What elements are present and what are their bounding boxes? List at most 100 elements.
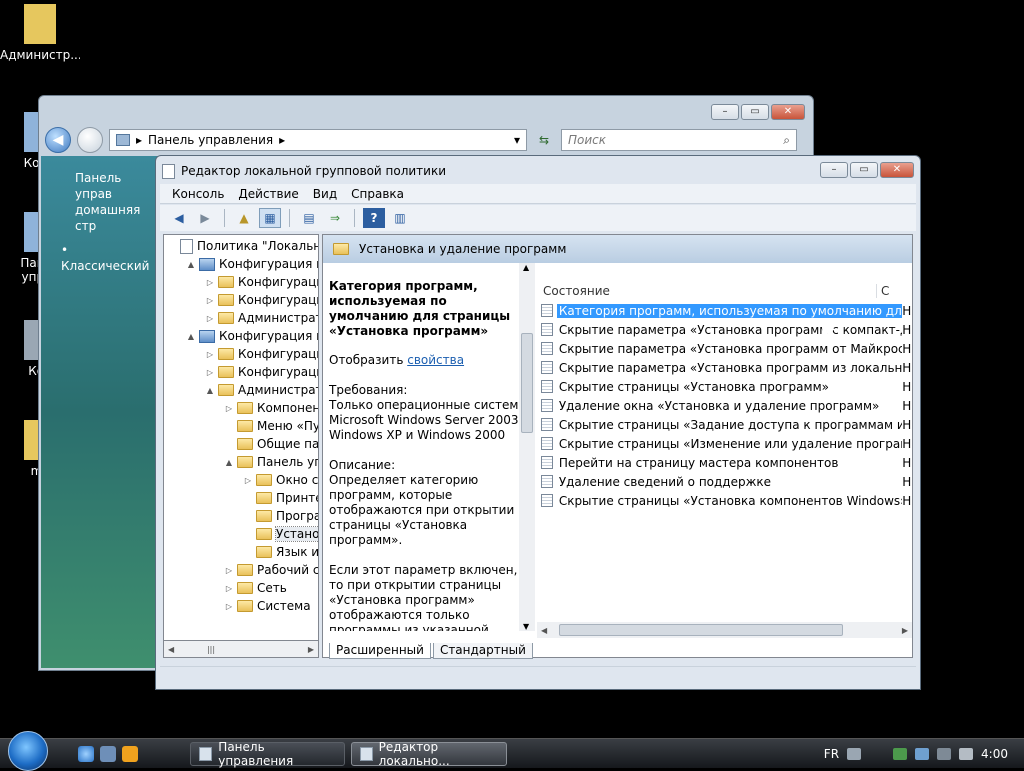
show-hide-tree-icon[interactable]: ▦: [259, 208, 281, 228]
setting-row[interactable]: Скрытие страницы «Установка компонентов …: [539, 491, 912, 510]
tree-node[interactable]: ▲ Конфигурация поль: [187, 327, 318, 345]
setting-row[interactable]: Скрытие параметра «Установка программ с …: [539, 320, 912, 339]
tree-node[interactable]: ▷ Конфигурация W: [206, 291, 318, 309]
tree-node[interactable]: Язык и ре: [244, 543, 318, 561]
group-policy-editor-window[interactable]: Редактор локальной групповой политики – …: [155, 155, 921, 690]
setting-row[interactable]: Категория программ, используемая по умол…: [539, 301, 912, 320]
expand-toggle-icon[interactable]: ▷: [206, 278, 214, 287]
expand-toggle-icon[interactable]: ▷: [225, 566, 233, 575]
scroll-down-icon[interactable]: ▼: [523, 622, 529, 631]
back-button[interactable]: ◀: [45, 127, 71, 153]
expand-toggle-icon[interactable]: ▷: [206, 350, 214, 359]
search-input[interactable]: Поиск ⌕: [561, 129, 797, 151]
console-tree[interactable]: Политика "Локальный▲Конфигурация комп▷Ко…: [163, 234, 319, 658]
tree-horizontal-scrollbar[interactable]: ◀ ||| ▶: [163, 640, 319, 658]
start-button[interactable]: [8, 730, 48, 771]
export-list-icon[interactable]: ⇒: [324, 208, 346, 228]
cp-home-link-line1[interactable]: Панель управ: [75, 170, 151, 202]
setting-row[interactable]: Скрытие страницы «Установка программ» Н: [539, 377, 912, 396]
task-control-panel[interactable]: Панель управления: [190, 740, 345, 768]
tree-node[interactable]: Общие папки: [225, 435, 318, 453]
search-icon[interactable]: ⌕: [783, 133, 790, 148]
tab-standard[interactable]: Стандартный: [432, 643, 533, 659]
expand-toggle-icon[interactable]: ▷: [225, 404, 233, 413]
setting-row[interactable]: Удаление окна «Установка и удаление прог…: [539, 396, 912, 415]
tree-node[interactable]: ▷ Конфигурация п: [206, 273, 318, 291]
tree-node[interactable]: ▷ Окно сво: [244, 471, 318, 489]
tree-node[interactable]: ▷ Административ: [206, 309, 318, 327]
expand-toggle-icon[interactable]: ▷: [244, 476, 252, 485]
properties-icon[interactable]: ▤: [298, 208, 320, 228]
scroll-thumb-grip-icon[interactable]: |||: [207, 645, 215, 654]
setting-row[interactable]: Скрытие страницы «Задание доступа к прог…: [539, 415, 912, 434]
internet-explorer-icon[interactable]: [78, 745, 94, 762]
expand-toggle-icon[interactable]: ▲: [206, 386, 214, 395]
setting-row[interactable]: Удаление сведений о поддержке Н: [539, 472, 912, 491]
menu-item[interactable]: Вид: [313, 187, 337, 201]
expand-toggle-icon[interactable]: ▷: [225, 602, 233, 611]
close-button[interactable]: ✕: [880, 162, 914, 178]
tree-node[interactable]: ▲ Конфигурация комп: [187, 255, 318, 273]
network-icon[interactable]: [937, 747, 952, 760]
tab-extended[interactable]: Расширенный: [329, 643, 431, 659]
address-bar[interactable]: ▸ Панель управления ▸ ▾: [109, 129, 527, 151]
list-horizontal-scrollbar[interactable]: ◀ ▶: [537, 622, 912, 638]
security-center-icon[interactable]: [893, 747, 908, 760]
refresh-button[interactable]: ⇆: [533, 130, 555, 150]
classic-view-link[interactable]: • Классический: [61, 242, 151, 274]
tree-node[interactable]: ▷ Система: [225, 597, 311, 615]
up-folder-icon[interactable]: ▲: [233, 208, 255, 228]
tree-node[interactable]: ▷ Компоненты: [225, 399, 318, 417]
help-icon[interactable]: ?: [363, 208, 385, 228]
tree-node[interactable]: Меню «Пуск: [225, 417, 318, 435]
setting-row[interactable]: Скрытие страницы «Изменение или удаление…: [539, 434, 912, 453]
close-button[interactable]: ✕: [771, 104, 805, 120]
setting-row[interactable]: Скрытие параметра «Установка программ из…: [539, 358, 912, 377]
clock[interactable]: 4:00: [981, 747, 1008, 761]
tree-node[interactable]: ▷ Сеть: [225, 579, 287, 597]
tree-node[interactable]: ▲ Административн: [206, 381, 318, 399]
scrollbar-thumb[interactable]: [559, 624, 843, 636]
expand-toggle-icon[interactable]: ▷: [225, 584, 233, 593]
task-gp-editor[interactable]: Редактор локально...: [351, 740, 507, 768]
scroll-left-icon[interactable]: ◀: [541, 626, 547, 635]
menu-item[interactable]: Консоль: [172, 187, 224, 201]
tree-node[interactable]: Политика "Локальный: [168, 237, 318, 255]
scrollbar-thumb[interactable]: [521, 333, 533, 433]
expand-toggle-icon[interactable]: ▲: [187, 260, 195, 269]
cp-home-link-line2[interactable]: домашняя стр: [75, 202, 151, 234]
safely-remove-icon[interactable]: [915, 747, 930, 760]
language-indicator[interactable]: FR: [824, 747, 839, 761]
minimize-button[interactable]: –: [711, 104, 739, 120]
description-scrollbar[interactable]: ▲ ▼: [519, 263, 535, 631]
filter-icon[interactable]: ▥: [389, 208, 411, 228]
maximize-button[interactable]: ▭: [850, 162, 878, 178]
expand-toggle-icon[interactable]: ▲: [225, 458, 233, 467]
expand-toggle-icon[interactable]: ▷: [206, 296, 214, 305]
desktop-icon[interactable]: Администр...: [0, 4, 80, 62]
maximize-button[interactable]: ▭: [741, 104, 769, 120]
tree-node[interactable]: Програм: [244, 507, 318, 525]
scroll-left-icon[interactable]: ◀: [168, 645, 174, 654]
back-arrow-icon[interactable]: ◀: [168, 208, 190, 228]
expand-toggle-icon[interactable]: ▷: [206, 368, 214, 377]
tree-node[interactable]: ▷ Конфигурация п: [206, 345, 318, 363]
scroll-up-icon[interactable]: ▲: [523, 263, 529, 272]
keyboard-icon[interactable]: [847, 747, 862, 760]
dropdown-arrow-icon[interactable]: ▾: [514, 133, 520, 147]
column-header-state[interactable]: Состояние: [537, 284, 877, 298]
scroll-right-icon[interactable]: ▶: [902, 626, 908, 635]
tree-node[interactable]: ▷ Рабочий сто: [225, 561, 318, 579]
scroll-right-icon[interactable]: ▶: [308, 645, 314, 654]
minimize-button[interactable]: –: [820, 162, 848, 178]
setting-row[interactable]: Скрытие параметра «Установка программ от…: [539, 339, 912, 358]
menu-item[interactable]: Действие: [238, 187, 298, 201]
properties-link[interactable]: свойства: [407, 353, 464, 367]
forward-arrow-icon[interactable]: ▶: [194, 208, 216, 228]
forward-button[interactable]: [77, 127, 103, 153]
tree-node[interactable]: Установка: [244, 525, 318, 543]
tree-node[interactable]: ▲ Панель упра: [225, 453, 318, 471]
setting-row[interactable]: Перейти на страницу мастера компонентов Н: [539, 453, 912, 472]
media-player-icon[interactable]: [122, 745, 138, 762]
tree-node[interactable]: ▷ Конфигурация W: [206, 363, 318, 381]
